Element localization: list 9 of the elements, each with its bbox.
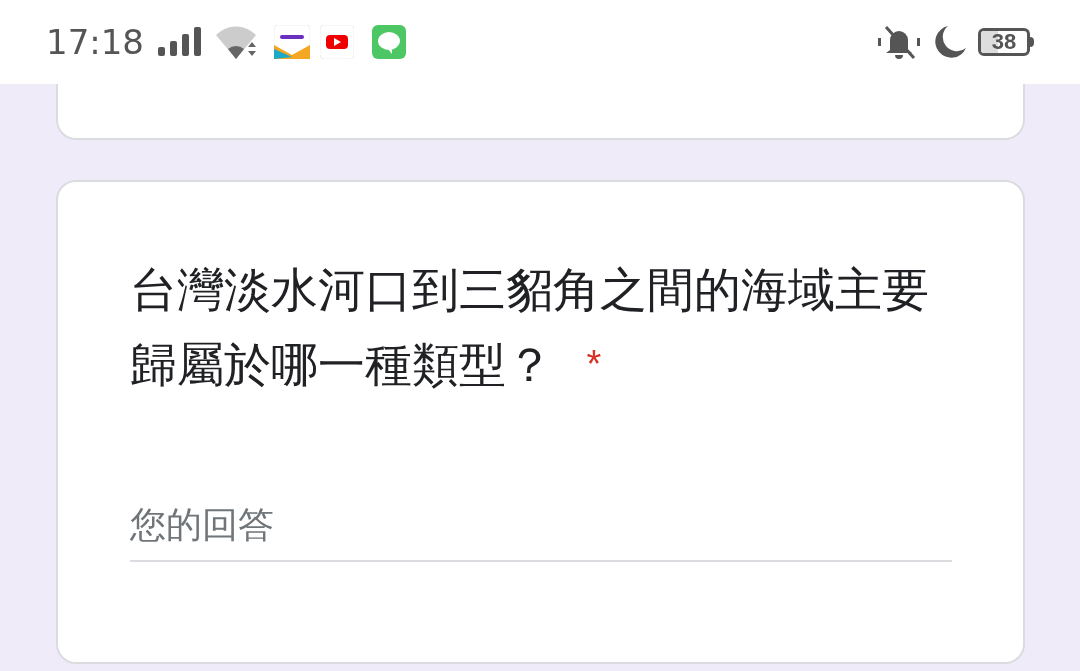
video-app-icon xyxy=(320,25,354,59)
chat-app-icon xyxy=(372,25,406,59)
signal-icon xyxy=(158,27,202,57)
vibrate-muted-icon xyxy=(876,24,922,60)
clock: 17:18 xyxy=(46,20,144,64)
moon-icon xyxy=(934,24,968,60)
question-title: 台灣淡水河口到三貂角之間的海域主要歸屬於哪一種類型？ * xyxy=(129,262,930,393)
battery-percentage: 38 xyxy=(991,31,1017,53)
answer-field[interactable]: 您的回答 xyxy=(129,490,952,562)
